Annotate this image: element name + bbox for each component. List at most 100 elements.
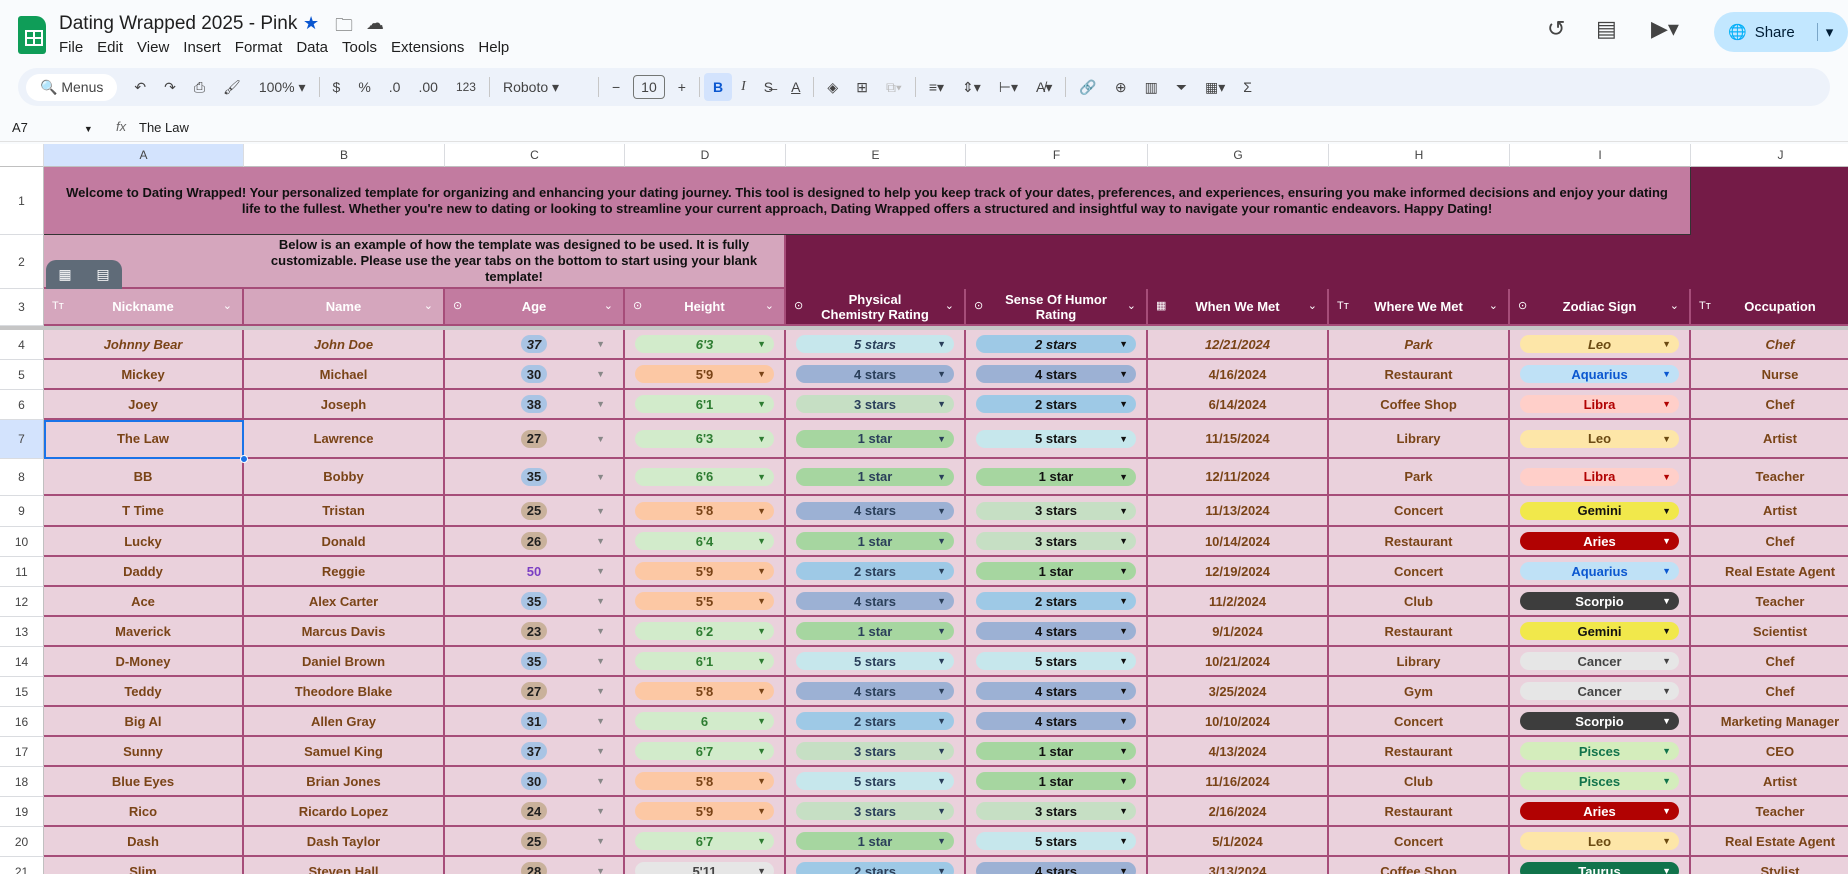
cell-name[interactable]: John Doe xyxy=(244,330,445,360)
cell-zodiac-sign[interactable]: Cancer ▼ xyxy=(1510,677,1691,707)
height-chip[interactable]: 5'9 ▼ xyxy=(635,365,774,383)
cell-age[interactable]: 37 ▼ xyxy=(445,330,625,360)
cell-height[interactable]: 6'6 ▼ xyxy=(625,459,786,496)
humor-rating-chip[interactable]: 3 stars ▼ xyxy=(976,532,1136,550)
cell-name[interactable]: Theodore Blake xyxy=(244,677,445,707)
height-chip[interactable]: 6'3 ▼ xyxy=(635,335,774,353)
cell-nickname[interactable]: D-Money xyxy=(44,647,244,677)
cell-name[interactable]: Dash Taylor xyxy=(244,827,445,857)
row-header[interactable]: 1 xyxy=(0,167,44,235)
cell-chemistry-rating[interactable]: 2 stars ▼ xyxy=(786,557,966,587)
selected-cell-outline[interactable] xyxy=(44,420,244,459)
height-chip[interactable]: 5'11 ▼ xyxy=(635,862,774,874)
document-title[interactable]: Dating Wrapped 2025 - Pink xyxy=(59,13,297,35)
cell-place-met[interactable]: Park xyxy=(1329,459,1510,496)
column-header-a[interactable]: A xyxy=(44,144,244,167)
cell-nickname[interactable]: Lucky xyxy=(44,527,244,557)
cell-height[interactable]: 6'2 ▼ xyxy=(625,617,786,647)
chevron-down-icon[interactable]: ⌄ xyxy=(1308,299,1317,314)
cell-date-met[interactable]: 6/14/2024 xyxy=(1148,390,1329,420)
column-header-height[interactable]: Height ⊙ ⌄ xyxy=(625,289,786,326)
cell-height[interactable]: 6 ▼ xyxy=(625,707,786,737)
currency-button[interactable]: $ xyxy=(324,79,350,95)
column-header-b[interactable]: B xyxy=(244,144,445,167)
cell-place-met[interactable]: Restaurant xyxy=(1329,797,1510,827)
zodiac-sign-chip[interactable]: Scorpio ▼ xyxy=(1520,592,1679,610)
selection-handle[interactable] xyxy=(240,455,248,463)
cell-place-met[interactable]: Concert xyxy=(1329,557,1510,587)
cell-zodiac-sign[interactable]: Aquarius ▼ xyxy=(1510,557,1691,587)
column-header-zodiac-sign[interactable]: Zodiac Sign ⊙ ⌄ xyxy=(1510,289,1691,326)
filter-views-icon[interactable]: ▦▾ xyxy=(1196,79,1234,96)
print-icon[interactable]: ⎙ xyxy=(185,79,214,96)
humor-rating-chip[interactable]: 4 stars ▼ xyxy=(976,365,1136,383)
column-header-occupation[interactable]: Occupation Tт xyxy=(1691,289,1848,326)
cell-occupation[interactable]: Artist xyxy=(1691,420,1848,459)
humor-rating-chip[interactable]: 4 stars ▼ xyxy=(976,862,1136,874)
cell-name[interactable]: Donald xyxy=(244,527,445,557)
cell-nickname[interactable]: Dash xyxy=(44,827,244,857)
zodiac-sign-chip[interactable]: Libra ▼ xyxy=(1520,395,1679,413)
row-header[interactable]: 6 xyxy=(0,390,44,420)
zodiac-sign-chip[interactable]: Leo ▼ xyxy=(1520,832,1679,850)
cell-humor-rating[interactable]: 2 stars ▼ xyxy=(966,390,1148,420)
cell-place-met[interactable]: Restaurant xyxy=(1329,617,1510,647)
menu-tools[interactable]: Tools xyxy=(342,39,385,56)
dropdown-arrow-icon[interactable]: ▼ xyxy=(596,339,605,349)
cell-humor-rating[interactable]: 4 stars ▼ xyxy=(966,857,1148,874)
text-rotation-icon[interactable]: A̸▾ xyxy=(1027,79,1061,96)
row-header[interactable]: 7 xyxy=(0,420,44,459)
decrease-font-size-icon[interactable]: − xyxy=(603,79,629,95)
cell-zodiac-sign[interactable]: Libra ▼ xyxy=(1510,459,1691,496)
row-header[interactable]: 19 xyxy=(0,797,44,827)
dropdown-arrow-icon[interactable]: ▼ xyxy=(596,686,605,696)
cell-name[interactable]: Marcus Davis xyxy=(244,617,445,647)
zodiac-sign-chip[interactable]: Scorpio ▼ xyxy=(1520,712,1679,730)
zodiac-sign-chip[interactable]: Pisces ▼ xyxy=(1520,772,1679,790)
cell-place-met[interactable]: Concert xyxy=(1329,707,1510,737)
share-dropdown-icon[interactable]: ▾ xyxy=(1816,23,1833,41)
cell-age[interactable]: 27 ▼ xyxy=(445,677,625,707)
menus-search[interactable]: 🔍 Menus xyxy=(26,73,118,101)
height-chip[interactable]: 5'8 ▼ xyxy=(635,772,774,790)
humor-rating-chip[interactable]: 5 stars ▼ xyxy=(976,832,1136,850)
cell-name[interactable]: Alex Carter xyxy=(244,587,445,617)
humor-rating-chip[interactable]: 3 stars ▼ xyxy=(976,501,1136,520)
cell-age[interactable]: 31 ▼ xyxy=(445,707,625,737)
cell-chemistry-rating[interactable]: 3 stars ▼ xyxy=(786,737,966,767)
humor-rating-chip[interactable]: 5 stars ▼ xyxy=(976,652,1136,670)
cell-chemistry-rating[interactable]: 2 stars ▼ xyxy=(786,707,966,737)
cell-zodiac-sign[interactable]: Aries ▼ xyxy=(1510,527,1691,557)
humor-rating-chip[interactable]: 2 stars ▼ xyxy=(976,592,1136,610)
cell-zodiac-sign[interactable]: Leo ▼ xyxy=(1510,420,1691,459)
cell-occupation[interactable]: Nurse xyxy=(1691,360,1848,390)
column-header-e[interactable]: E xyxy=(786,144,966,167)
chevron-down-icon[interactable]: ⌄ xyxy=(945,299,954,314)
height-chip[interactable]: 5'9 ▼ xyxy=(635,562,774,580)
cell-occupation[interactable]: Chef xyxy=(1691,330,1848,360)
select-all-corner[interactable] xyxy=(0,144,44,167)
cell-occupation[interactable]: Chef xyxy=(1691,647,1848,677)
cell-chemistry-rating[interactable]: 5 stars ▼ xyxy=(786,767,966,797)
cell-occupation[interactable]: Teacher xyxy=(1691,459,1848,496)
cell-name[interactable]: Brian Jones xyxy=(244,767,445,797)
humor-rating-chip[interactable]: 3 stars ▼ xyxy=(976,802,1136,820)
cell-name[interactable]: Michael xyxy=(244,360,445,390)
cell-occupation[interactable]: Marketing Manager xyxy=(1691,707,1848,737)
cell-chemistry-rating[interactable]: 4 stars ▼ xyxy=(786,587,966,617)
cell-name[interactable]: Ricardo Lopez xyxy=(244,797,445,827)
cell-humor-rating[interactable]: 2 stars ▼ xyxy=(966,587,1148,617)
row-header[interactable]: 8 xyxy=(0,459,44,496)
cell-nickname[interactable]: Big Al xyxy=(44,707,244,737)
row-header[interactable]: 9 xyxy=(0,496,44,527)
humor-rating-chip[interactable]: 1 star ▼ xyxy=(976,742,1136,760)
height-chip[interactable]: 6'1 ▼ xyxy=(635,395,774,413)
chemistry-rating-chip[interactable]: 2 stars ▼ xyxy=(796,562,954,580)
cell-occupation[interactable]: Chef xyxy=(1691,677,1848,707)
cell-height[interactable]: 5'8 ▼ xyxy=(625,767,786,797)
dropdown-arrow-icon[interactable]: ▼ xyxy=(596,626,605,636)
cell-age[interactable]: 37 ▼ xyxy=(445,737,625,767)
cell-nickname[interactable]: Sunny xyxy=(44,737,244,767)
cell-place-met[interactable]: Restaurant xyxy=(1329,527,1510,557)
dropdown-arrow-icon[interactable]: ▼ xyxy=(596,566,605,576)
